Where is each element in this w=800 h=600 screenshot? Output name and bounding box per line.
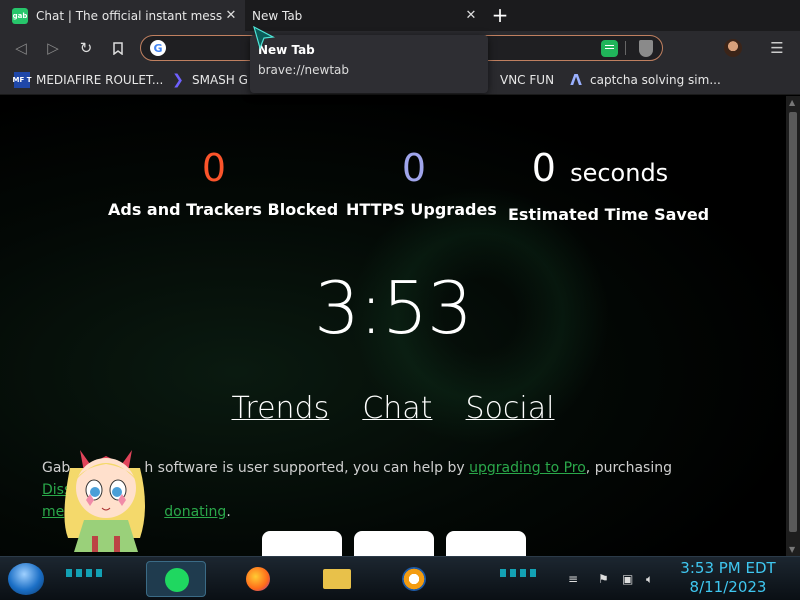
top-site-tile[interactable] [446,531,526,556]
stat-unit: seconds [570,159,669,187]
donating-link[interactable]: donating [164,504,226,520]
top-site-tile[interactable] [262,531,342,556]
bookmark-label: MEDIAFIRE ROULET... [36,73,164,87]
action-center-flag-icon[interactable]: ⚑ [598,572,609,586]
clock-date: 8/11/2023 [689,578,767,596]
stat-label: Ads and Trackers Blocked [108,200,339,219]
system-clock[interactable]: 3:53 PM EDT 8/11/2023 [672,559,784,597]
bookmark-captcha[interactable]: Λ captcha solving sim... [568,71,721,89]
file-explorer-icon [323,569,351,589]
brave-icon [402,567,426,591]
upgrade-pro-link[interactable]: upgrading to Pro [469,460,586,476]
stat-value: 0 [201,146,227,190]
clock: 3:53 [314,266,473,350]
bookmark-label: VNC FUN [500,73,555,87]
support-middle: h software is user supported, you can he… [144,460,470,476]
network-icon[interactable]: ▣ [622,572,633,586]
bookmark-label: captcha solving sim... [590,73,721,87]
scroll-up-icon[interactable]: ▲ [789,98,795,107]
close-icon[interactable]: ✕ [223,7,239,23]
page-scrollbar[interactable]: ▲ ▼ [786,96,800,556]
stat-time-saved: 0 seconds Estimated Time Saved [508,146,710,224]
link-social[interactable]: Social [466,391,555,426]
taskbar-brave[interactable] [384,561,444,597]
mediafire-icon: MF T [13,72,31,88]
stat-label: Estimated Time Saved [508,205,710,224]
stat-value: 0 [531,146,556,190]
link-trends[interactable]: Trends [232,391,330,426]
tab-strip: gab Chat | The official instant messagin… [0,0,800,31]
new-tab-button[interactable]: + [490,5,510,26]
lambda-icon: Λ [570,71,582,89]
stat-ads-blocked: 0 Ads and Trackers Blocked [108,146,339,219]
screen: gab Chat | The official instant messagin… [0,0,800,600]
stat-value: 0 [401,146,427,190]
tab-title: Chat | The official instant messaging [36,8,222,23]
back-icon[interactable]: ◁ [10,37,32,59]
show-hidden-icons-icon[interactable]: ≡ [568,572,578,586]
close-icon[interactable]: ✕ [463,7,479,23]
mouse-cursor-icon [253,26,275,50]
brave-shields-icon[interactable] [639,40,653,57]
quick-links: Trends Chat Social [0,391,786,426]
support-mid2: , purchasing [585,460,672,476]
clock-time: 3:53 PM EDT [680,559,776,577]
start-orb-icon[interactable] [8,563,44,595]
stat-value-row: 0 seconds [508,146,692,195]
link-chat[interactable]: Chat [362,391,432,426]
star-butterfly-mascot [64,450,145,552]
taskbar-file-explorer[interactable] [306,561,366,597]
tooltip-url: brave://newtab [258,63,349,77]
divider [625,41,626,55]
top-site-tile[interactable] [354,531,434,556]
taskbar-firefox[interactable] [228,561,288,597]
reload-icon[interactable]: ↻ [75,37,97,59]
scroll-thumb[interactable] [789,112,797,532]
forward-icon[interactable]: ▷ [42,37,64,59]
stat-label: HTTPS Upgrades [346,200,497,219]
volume-icon[interactable]: 🔈︎ [646,572,653,587]
stat-https-upgrades: 0 HTTPS Upgrades [346,146,497,219]
profile-avatar[interactable] [724,39,742,57]
bookmark-smash[interactable]: ❯ SMASH G [170,71,248,89]
taskbar: ≡ ⚑ ▣ 🔈︎ 3:53 PM EDT 8/11/2023 [0,556,800,600]
bookmark-mediafire[interactable]: MF T MEDIAFIRE ROULET... [13,71,164,89]
firefox-icon [246,567,270,591]
smash-icon: ❯ [172,72,184,88]
tab-tooltip: New Tab brave://newtab [250,35,488,93]
tab-new-tab[interactable]: New Tab ✕ [245,0,485,31]
taskbar-decoration [500,569,540,577]
taskbar-spotify[interactable] [146,561,206,597]
google-icon: G [150,40,166,56]
bookmark-icon[interactable] [107,37,129,59]
speedreader-icon[interactable] [601,40,618,57]
bookmark-label: SMASH G [192,73,248,87]
gab-favicon-icon: gab [12,7,28,24]
spotify-icon [165,568,189,592]
taskbar-decoration [66,569,106,577]
tab-gab-chat[interactable]: gab Chat | The official instant messagin… [0,0,245,31]
bookmark-vnc-fun[interactable]: VNC FUN [500,71,554,89]
tooltip-title: New Tab [258,43,315,57]
scroll-down-icon[interactable]: ▼ [789,545,795,554]
menu-icon[interactable]: ☰ [768,39,786,57]
support-end: . [226,504,231,520]
tab-title: New Tab [252,8,303,23]
